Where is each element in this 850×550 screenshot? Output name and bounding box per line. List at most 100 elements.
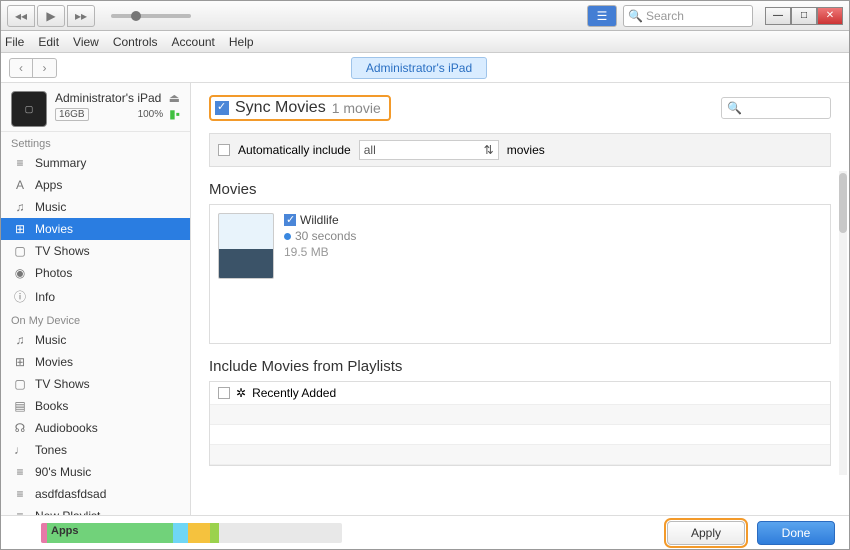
sync-movies-count: 1 movie xyxy=(332,100,381,116)
search-placeholder: Search xyxy=(646,9,684,23)
sidebar-item-device-audiobooks[interactable]: ☊Audiobooks xyxy=(1,417,190,439)
playlist-checkbox[interactable] xyxy=(218,387,230,399)
nav-back-button[interactable]: ‹ xyxy=(9,58,33,78)
sidebar-item-playlist[interactable]: ≡asdfdasfdsad xyxy=(1,483,190,505)
sidebar-item-device-music[interactable]: ♫Music xyxy=(1,329,190,351)
sidebar-item-label: Music xyxy=(35,333,66,347)
sidebar-item-playlist[interactable]: ≡90's Music xyxy=(1,461,190,483)
sidebar-item-label: asdfdasfdsad xyxy=(35,487,106,501)
search-icon: 🔍 xyxy=(628,9,643,23)
smart-playlist-icon: ✲ xyxy=(236,386,246,400)
tones-icon: ♩ xyxy=(13,443,27,457)
sidebar-item-label: Apps xyxy=(35,178,62,192)
movie-checkbox[interactable] xyxy=(284,214,296,226)
maximize-button[interactable]: □ xyxy=(791,7,817,25)
auto-include-value: all xyxy=(364,143,376,157)
movie-duration: 30 seconds xyxy=(295,229,356,243)
nav-forward-button[interactable]: › xyxy=(33,58,57,78)
menu-account[interactable]: Account xyxy=(172,35,215,49)
auto-include-select[interactable]: all ⇅ xyxy=(359,140,499,160)
nav-row: ‹ › Administrator's iPad xyxy=(1,53,849,83)
storage-bar[interactable]: Apps xyxy=(41,523,342,543)
menu-view[interactable]: View xyxy=(73,35,99,49)
chevron-updown-icon: ⇅ xyxy=(484,143,494,157)
books-icon: ▤ xyxy=(13,399,27,413)
tv-icon: ▢ xyxy=(13,377,27,391)
sidebar-item-movies[interactable]: ⊞ Movies xyxy=(1,218,190,240)
sidebar-item-playlist[interactable]: ≡New Playlist xyxy=(1,505,190,515)
movie-size: 19.5 MB xyxy=(284,245,356,259)
menu-controls[interactable]: Controls xyxy=(113,35,158,49)
movie-thumbnail[interactable] xyxy=(218,213,274,279)
next-button[interactable]: ▸▸ xyxy=(67,5,95,27)
info-icon: ⓘ xyxy=(13,288,27,305)
auto-include-suffix: movies xyxy=(507,143,545,157)
eject-icon[interactable]: ⏏ xyxy=(169,91,180,105)
done-button[interactable]: Done xyxy=(757,521,835,545)
close-button[interactable]: ✕ xyxy=(817,7,843,25)
sidebar-item-label: TV Shows xyxy=(35,244,90,258)
sidebar-item-label: Photos xyxy=(35,266,72,280)
play-button[interactable]: ▶ xyxy=(37,5,65,27)
apps-icon: A xyxy=(13,178,27,192)
sidebar-item-label: TV Shows xyxy=(35,377,90,391)
storage-seg xyxy=(188,523,209,543)
sidebar-item-device-tv[interactable]: ▢ TV Shows xyxy=(1,373,190,395)
minimize-button[interactable]: — xyxy=(765,7,791,25)
movies-search-input[interactable]: 🔍 xyxy=(721,97,831,119)
storage-seg-apps: Apps xyxy=(47,523,173,543)
device-header[interactable]: Administrator's iPad ⏏ 16GB 100% ▮▪ xyxy=(1,83,190,132)
sidebar-item-device-books[interactable]: ▤Books xyxy=(1,395,190,417)
list-view-button[interactable]: ☰ xyxy=(587,5,617,27)
playlist-row-empty xyxy=(210,405,830,425)
device-thumbnail-icon xyxy=(11,91,47,127)
sidebar-item-label: Info xyxy=(35,290,55,304)
sidebar-item-label: Music xyxy=(35,200,66,214)
unwatched-dot-icon xyxy=(284,233,291,240)
scrollbar-thumb[interactable] xyxy=(839,173,847,233)
battery-icon: ▮▪ xyxy=(169,107,180,121)
movies-icon: ⊞ xyxy=(13,222,27,236)
sidebar-section-settings: Settings xyxy=(1,132,190,152)
playlist-row[interactable]: ✲ Recently Added xyxy=(210,382,830,405)
sidebar-item-device-movies[interactable]: ⊞ Movies xyxy=(1,351,190,373)
sidebar-item-device-tones[interactable]: ♩ Tones xyxy=(1,439,190,461)
playlist-row-empty xyxy=(210,445,830,465)
sidebar-item-label: Movies xyxy=(35,222,73,236)
sidebar-item-tvshows[interactable]: ▢TV Shows xyxy=(1,240,190,262)
playlist-label: Recently Added xyxy=(252,386,336,400)
prev-button[interactable]: ◂◂ xyxy=(7,5,35,27)
sidebar-item-summary[interactable]: ≡Summary xyxy=(1,152,190,174)
sidebar: Administrator's iPad ⏏ 16GB 100% ▮▪ Sett… xyxy=(1,83,191,515)
menu-edit[interactable]: Edit xyxy=(38,35,59,49)
volume-slider[interactable] xyxy=(111,14,191,18)
summary-icon: ≡ xyxy=(13,156,27,170)
music-icon: ♫ xyxy=(13,200,27,214)
apply-button[interactable]: Apply xyxy=(667,521,745,545)
sidebar-item-music[interactable]: ♫ Music xyxy=(1,196,190,218)
auto-include-checkbox[interactable] xyxy=(218,144,230,156)
sidebar-item-photos[interactable]: ◉Photos xyxy=(1,262,190,284)
playlist-list: ✲ Recently Added xyxy=(209,381,831,466)
playlists-heading: Include Movies from Playlists xyxy=(209,358,831,375)
menu-help[interactable]: Help xyxy=(229,35,254,49)
movies-icon: ⊞ xyxy=(13,355,27,369)
sync-movies-checkbox[interactable] xyxy=(215,101,229,115)
global-search-input[interactable]: 🔍 Search xyxy=(623,5,753,27)
sidebar-item-info[interactable]: ⓘ Info xyxy=(1,284,190,309)
sidebar-item-label: Movies xyxy=(35,355,73,369)
auto-include-bar: Automatically include all ⇅ movies xyxy=(209,133,831,167)
device-capacity: 16GB xyxy=(55,108,89,121)
sidebar-item-label: Tones xyxy=(35,443,67,457)
sync-movies-row: Sync Movies 1 movie xyxy=(209,95,391,121)
sidebar-item-apps[interactable]: A Apps xyxy=(1,174,190,196)
menu-file[interactable]: File xyxy=(5,35,24,49)
movies-heading: Movies xyxy=(209,181,831,198)
breadcrumb[interactable]: Administrator's iPad xyxy=(351,57,487,79)
storage-seg xyxy=(173,523,188,543)
audiobooks-icon: ☊ xyxy=(13,421,27,435)
playlist-icon: ≡ xyxy=(13,465,27,479)
battery-pct: 100% xyxy=(138,109,164,120)
playlist-row-empty xyxy=(210,425,830,445)
footer-bar: Apps Apply Done xyxy=(1,515,849,549)
